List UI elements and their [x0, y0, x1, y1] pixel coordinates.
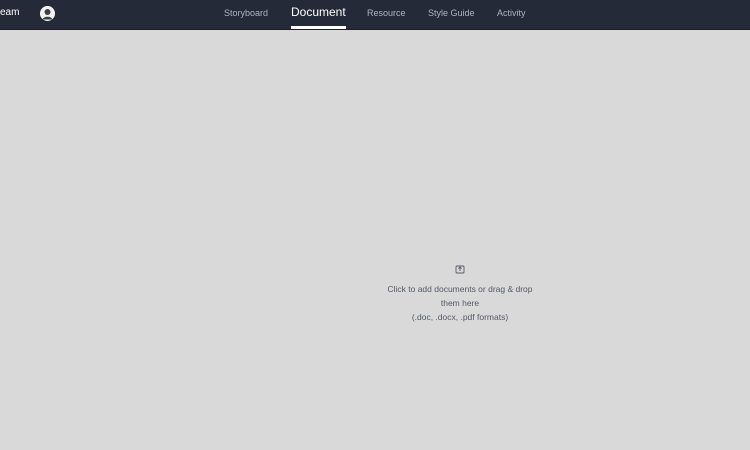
drop-instructions: Click to add documents or drag & drop th… [380, 282, 540, 324]
tab-document[interactable]: Document [291, 0, 346, 29]
top-navigation-bar: eam Storyboard Document Resource Style G… [0, 0, 750, 30]
drop-line-3: (.doc, .docx, .pdf formats) [411, 312, 509, 322]
upload-icon [455, 265, 465, 274]
tab-activity[interactable]: Activity [497, 0, 526, 29]
drop-line-2: them here [440, 298, 480, 308]
drop-line-1: Click to add documents or drag & drop [387, 284, 533, 294]
document-drop-zone[interactable]: Click to add documents or drag & drop th… [380, 258, 540, 338]
tab-style-guide[interactable]: Style Guide [428, 0, 475, 29]
tab-storyboard[interactable]: Storyboard [224, 0, 268, 29]
main-nav: Storyboard Document Resource Style Guide… [0, 0, 750, 29]
tab-resource[interactable]: Resource [367, 0, 406, 29]
